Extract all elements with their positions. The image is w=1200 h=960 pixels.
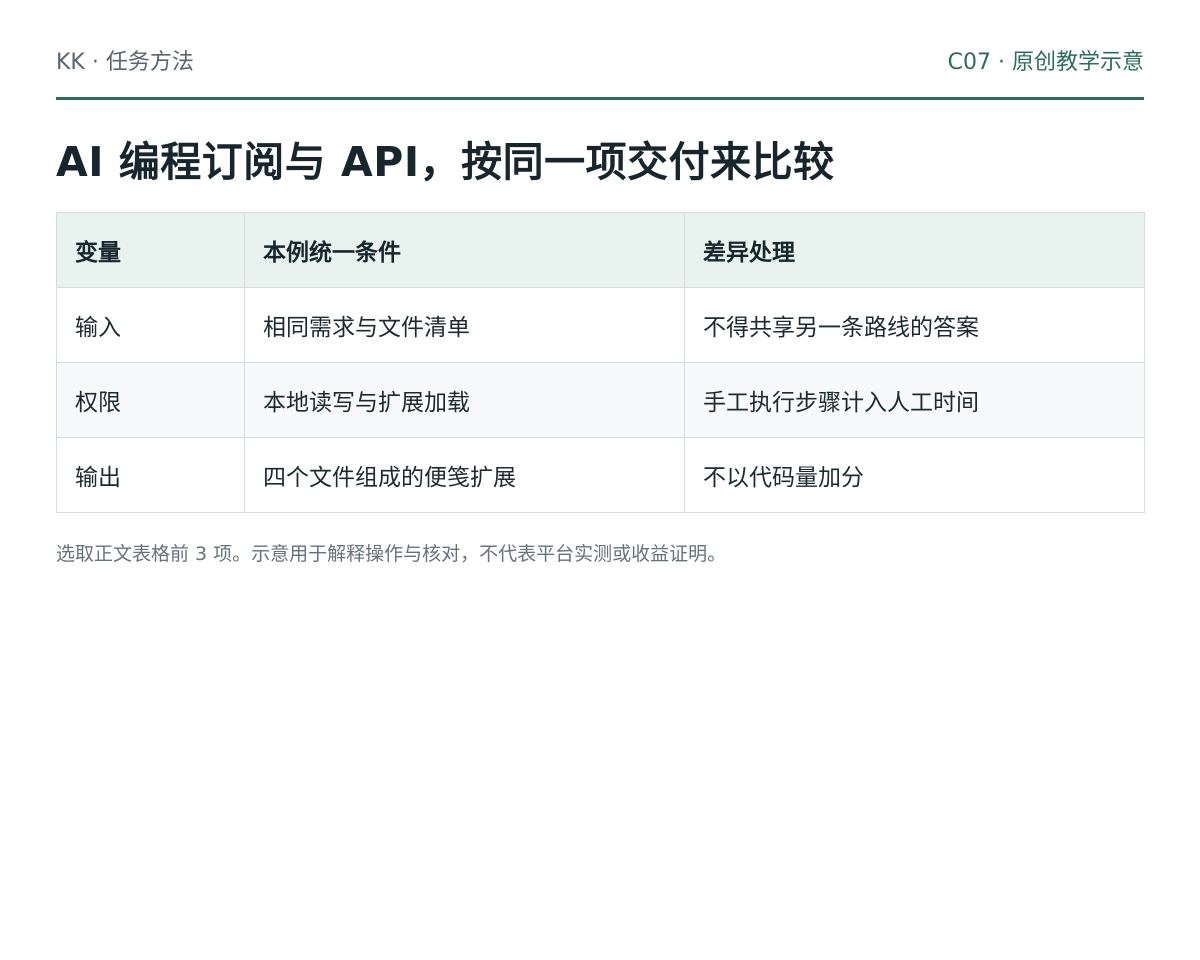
- column-header-variable: 变量: [56, 212, 245, 288]
- column-header-condition: 本例统一条件: [244, 212, 685, 288]
- table-cell: 不得共享另一条路线的答案: [684, 287, 1145, 363]
- page-header: KK · 任务方法 C07 · 原创教学示意: [56, 0, 1144, 100]
- table-header-row: 变量 本例统一条件 差异处理: [56, 212, 1145, 288]
- page: KK · 任务方法 C07 · 原创教学示意 AI 编程订阅与 API，按同一项…: [0, 0, 1200, 960]
- table-cell: 不以代码量加分: [684, 437, 1145, 513]
- table-cell: 手工执行步骤计入人工时间: [684, 362, 1145, 438]
- table-cell: 输入: [56, 287, 245, 363]
- footnote: 选取正文表格前 3 项。示意用于解释操作与核对，不代表平台实测或收益证明。: [56, 543, 727, 565]
- table-row: 输出 四个文件组成的便笺扩展 不以代码量加分: [56, 437, 1145, 513]
- table-cell: 相同需求与文件清单: [244, 287, 685, 363]
- page-title: AI 编程订阅与 API，按同一项交付来比较: [56, 138, 835, 186]
- header-left-label: KK · 任务方法: [56, 50, 194, 75]
- table-cell: 输出: [56, 437, 245, 513]
- table-cell: 权限: [56, 362, 245, 438]
- header-right-label: C07 · 原创教学示意: [947, 50, 1144, 75]
- table-row: 权限 本地读写与扩展加载 手工执行步骤计入人工时间: [56, 362, 1145, 438]
- column-header-difference: 差异处理: [684, 212, 1145, 288]
- table-cell: 本地读写与扩展加载: [244, 362, 685, 438]
- comparison-table: 变量 本例统一条件 差异处理 输入 相同需求与文件清单 不得共享另一条路线的答案…: [56, 212, 1145, 513]
- table-row: 输入 相同需求与文件清单 不得共享另一条路线的答案: [56, 287, 1145, 363]
- table-cell: 四个文件组成的便笺扩展: [244, 437, 685, 513]
